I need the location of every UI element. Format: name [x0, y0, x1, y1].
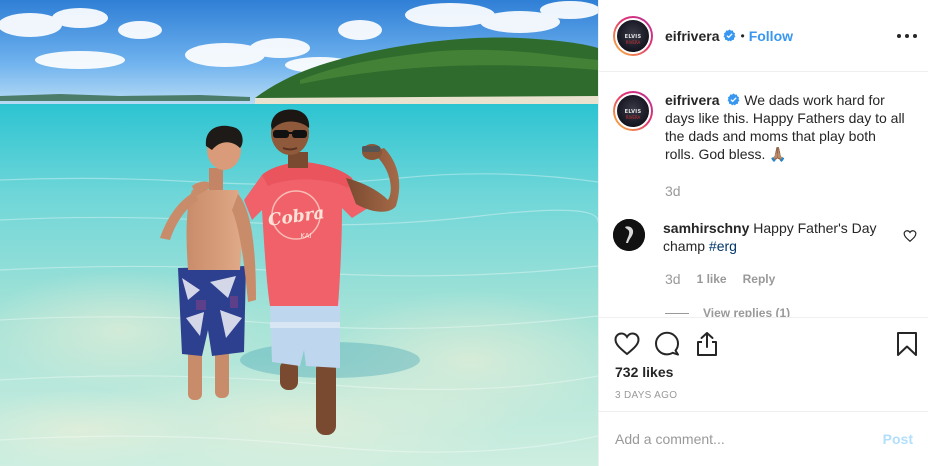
share-icon[interactable]: [693, 330, 721, 358]
view-replies-label: View replies (1): [703, 306, 791, 317]
beach-photo: Cobra KAI: [0, 0, 598, 466]
add-comment-bar: Add a comment... Post: [599, 411, 928, 466]
verified-badge-icon: [724, 29, 736, 42]
comment-likes[interactable]: 1 like: [697, 272, 727, 286]
author-avatar[interactable]: ELVIS RIVERA: [613, 15, 653, 56]
post-date[interactable]: 3 DAYS AGO: [615, 390, 677, 401]
post-photo[interactable]: Cobra KAI: [0, 0, 598, 466]
post-caption: ELVIS RIVERA eifrivera We dads work hard…: [613, 91, 913, 163]
caption-timestamp[interactable]: 3d: [665, 183, 681, 199]
comment-bubble-icon[interactable]: [653, 330, 681, 358]
likes-count[interactable]: 732 likes: [615, 364, 673, 380]
comment-item: samhirschny Happy Father's Day champ #er…: [613, 219, 923, 255]
comment-timestamp[interactable]: 3d: [665, 271, 681, 287]
comments-section[interactable]: ELVIS RIVERA eifrivera We dads work hard…: [599, 73, 928, 317]
svg-text:KAI: KAI: [300, 232, 311, 240]
separator-dot: •: [740, 28, 745, 43]
view-replies-line: [665, 312, 689, 314]
instagram-post: Cobra KAI ELVIS RIVERA eifrivera • Follo…: [0, 0, 928, 466]
comment-meta: 3d 1 like Reply: [665, 271, 775, 287]
comment-like-heart-icon[interactable]: [903, 229, 917, 243]
comment-hashtag[interactable]: #erg: [709, 238, 737, 254]
avatar-badge-subtext: RIVERA: [625, 115, 641, 120]
post-header: ELVIS RIVERA eifrivera • Follow: [599, 0, 928, 72]
view-replies-button[interactable]: View replies (1): [665, 306, 790, 317]
caption-username[interactable]: eifrivera: [665, 92, 719, 108]
more-options-icon[interactable]: [897, 26, 917, 46]
author-username[interactable]: eifrivera: [665, 28, 719, 44]
reply-button[interactable]: Reply: [743, 272, 776, 286]
avatar-badge-subtext: RIVERA: [625, 39, 641, 45]
verified-badge-icon: [727, 93, 740, 106]
like-heart-icon[interactable]: [613, 330, 641, 358]
follow-button[interactable]: Follow: [749, 28, 793, 44]
caption-avatar[interactable]: ELVIS RIVERA: [613, 91, 653, 131]
post-sidebar: ELVIS RIVERA eifrivera • Follow ELVIS RI…: [598, 0, 928, 466]
save-bookmark-icon[interactable]: [893, 330, 921, 358]
post-actions: 732 likes 3 DAYS AGO: [599, 317, 928, 411]
add-comment-input[interactable]: Add a comment...: [615, 431, 883, 447]
commenter-username[interactable]: samhirschny: [663, 220, 749, 236]
post-comment-button[interactable]: Post: [883, 431, 913, 447]
commenter-avatar-image: [613, 219, 645, 251]
commenter-avatar[interactable]: [613, 219, 645, 251]
